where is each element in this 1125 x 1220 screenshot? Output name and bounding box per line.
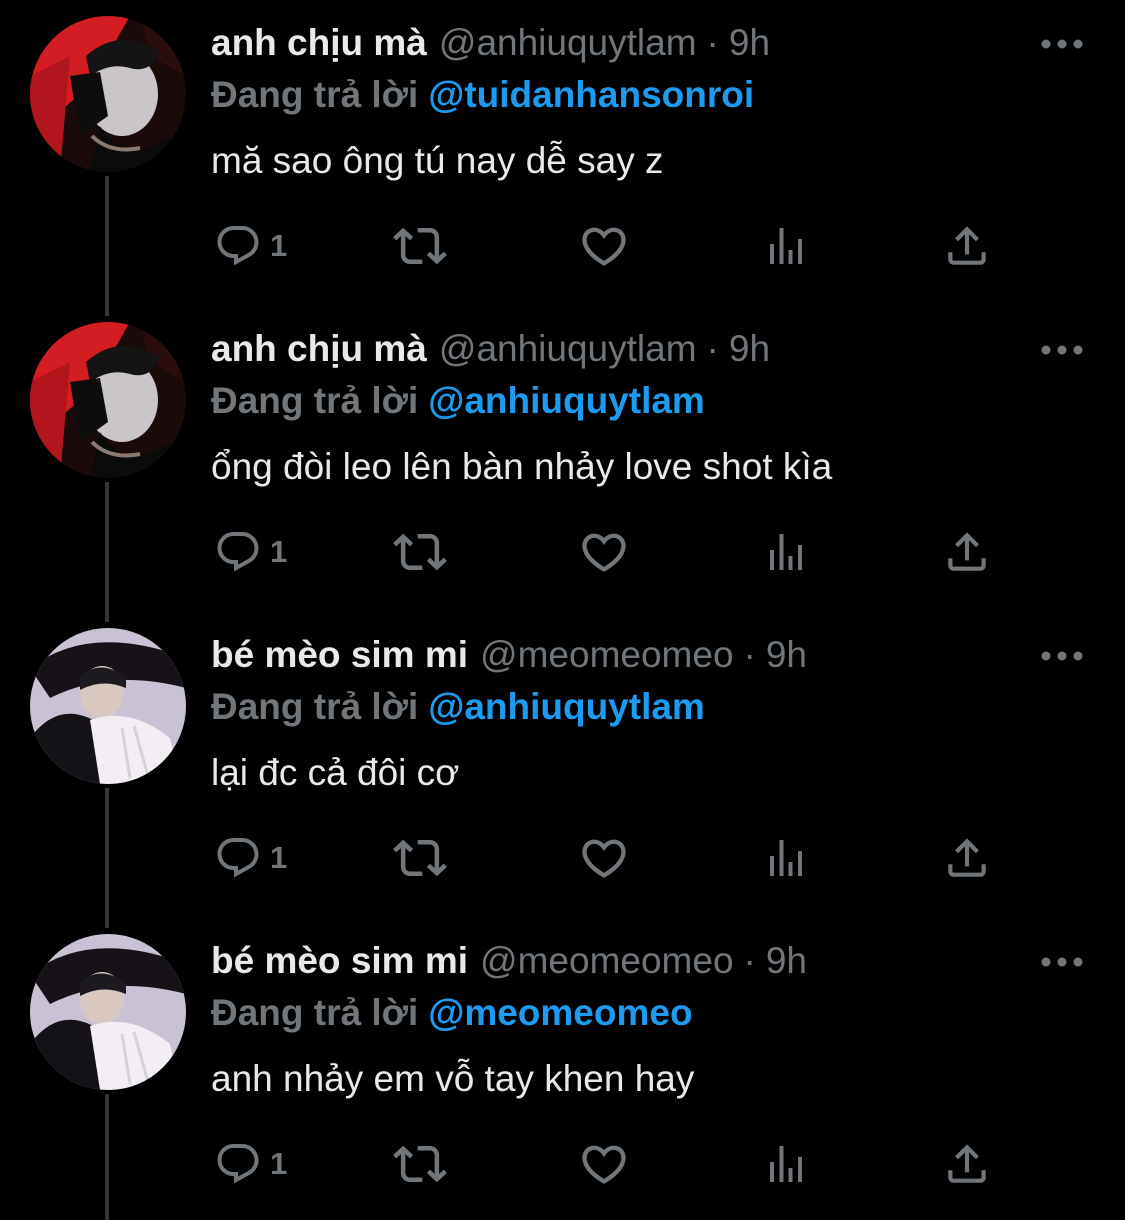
reply-button[interactable]: 1	[214, 220, 287, 272]
reply-count: 1	[270, 1146, 288, 1181]
heart-icon	[578, 220, 630, 272]
tweet[interactable]: anh chịu mà @anhiuquytlam · 9h Đang trả …	[0, 0, 1125, 306]
avatar[interactable]	[30, 934, 186, 1090]
heart-icon	[578, 832, 630, 884]
views-button[interactable]	[762, 1138, 810, 1190]
retweet-button[interactable]	[393, 832, 447, 884]
reply-count: 1	[270, 228, 288, 263]
replying-to-link[interactable]: @anhiuquytlam	[428, 686, 705, 727]
replying-to-link[interactable]: @anhiuquytlam	[428, 380, 705, 421]
more-icon[interactable]	[1040, 344, 1084, 356]
like-button[interactable]	[578, 220, 630, 272]
tweet-header: bé mèo sim mi @meomeomeo · 9h	[211, 632, 807, 678]
share-icon	[942, 1139, 992, 1189]
display-name[interactable]: bé mèo sim mi	[211, 632, 468, 678]
display-name[interactable]: anh chịu mà	[211, 20, 427, 66]
timestamp[interactable]: 9h	[729, 326, 770, 372]
user-handle[interactable]: @meomeomeo	[480, 632, 734, 678]
avatar[interactable]	[30, 628, 186, 784]
share-icon	[942, 221, 992, 271]
reply-button[interactable]: 1	[214, 1138, 287, 1190]
replying-to-label: Đang trả lời	[211, 686, 419, 727]
views-button[interactable]	[762, 220, 810, 272]
tweet-header: anh chịu mà @anhiuquytlam · 9h	[211, 326, 770, 372]
display-name[interactable]: bé mèo sim mi	[211, 938, 468, 984]
thread-timeline: anh chịu mà @anhiuquytlam · 9h Đang trả …	[0, 0, 1125, 1220]
share-button[interactable]	[942, 220, 992, 272]
views-icon	[762, 222, 810, 270]
heart-icon	[578, 526, 630, 578]
replying-to: Đang trả lời @anhiuquytlam	[211, 683, 705, 731]
tweet[interactable]: bé mèo sim mi @meomeomeo · 9h Đang trả l…	[0, 612, 1125, 918]
share-button[interactable]	[942, 832, 992, 884]
reply-icon	[214, 834, 262, 882]
retweet-button[interactable]	[393, 220, 447, 272]
share-icon	[942, 833, 992, 883]
reply-count: 1	[270, 840, 288, 875]
retweet-button[interactable]	[393, 526, 447, 578]
replying-to-link[interactable]: @tuidanhansonroi	[428, 74, 754, 115]
tweet-header: bé mèo sim mi @meomeomeo · 9h	[211, 938, 807, 984]
retweet-icon	[393, 525, 447, 579]
user-handle[interactable]: @anhiuquytlam	[439, 326, 697, 372]
reply-icon	[214, 528, 262, 576]
views-icon	[762, 834, 810, 882]
replying-to-label: Đang trả lời	[211, 992, 419, 1033]
separator-dot: ·	[706, 328, 719, 369]
share-button[interactable]	[942, 1138, 992, 1190]
views-button[interactable]	[762, 832, 810, 884]
retweet-icon	[393, 831, 447, 885]
reply-button[interactable]: 1	[214, 832, 287, 884]
share-button[interactable]	[942, 526, 992, 578]
tweet-text: ổng đòi leo lên bàn nhảy love shot kìa	[211, 446, 833, 487]
replying-to: Đang trả lời @meomeomeo	[211, 989, 693, 1037]
separator-dot: ·	[743, 634, 756, 675]
timestamp[interactable]: 9h	[766, 938, 807, 984]
more-icon[interactable]	[1040, 38, 1084, 50]
share-icon	[942, 527, 992, 577]
retweet-button[interactable]	[393, 1138, 447, 1190]
replying-to-link[interactable]: @meomeomeo	[428, 992, 692, 1033]
like-button[interactable]	[578, 832, 630, 884]
separator-dot: ·	[706, 22, 719, 63]
user-handle[interactable]: @meomeomeo	[480, 938, 734, 984]
like-button[interactable]	[578, 1138, 630, 1190]
reply-button[interactable]: 1	[214, 526, 287, 578]
reply-count: 1	[270, 534, 288, 569]
reply-icon	[214, 222, 262, 270]
tweet[interactable]: bé mèo sim mi @meomeomeo · 9h Đang trả l…	[0, 918, 1125, 1220]
tweet-header: anh chịu mà @anhiuquytlam · 9h	[211, 20, 770, 66]
replying-to-label: Đang trả lời	[211, 380, 419, 421]
tweet-text: anh nhảy em vỗ tay khen hay	[211, 1058, 695, 1099]
avatar[interactable]	[30, 16, 186, 172]
more-icon[interactable]	[1040, 650, 1084, 662]
tweet[interactable]: anh chịu mà @anhiuquytlam · 9h Đang trả …	[0, 306, 1125, 612]
separator-dot: ·	[743, 940, 756, 981]
user-handle[interactable]: @anhiuquytlam	[439, 20, 697, 66]
avatar[interactable]	[30, 322, 186, 478]
tweet-text: lại đc cả đôi cơ	[211, 752, 460, 793]
views-icon	[762, 528, 810, 576]
like-button[interactable]	[578, 526, 630, 578]
more-icon[interactable]	[1040, 956, 1084, 968]
timestamp[interactable]: 9h	[729, 20, 770, 66]
retweet-icon	[393, 219, 447, 273]
views-icon	[762, 1140, 810, 1188]
tweet-text: mă sao ông tú nay dễ say z	[211, 140, 664, 181]
display-name[interactable]: anh chịu mà	[211, 326, 427, 372]
replying-to: Đang trả lời @tuidanhansonroi	[211, 71, 754, 119]
reply-icon	[214, 1140, 262, 1188]
heart-icon	[578, 1138, 630, 1190]
retweet-icon	[393, 1137, 447, 1191]
replying-to-label: Đang trả lời	[211, 74, 419, 115]
timestamp[interactable]: 9h	[766, 632, 807, 678]
views-button[interactable]	[762, 526, 810, 578]
replying-to: Đang trả lời @anhiuquytlam	[211, 377, 705, 425]
